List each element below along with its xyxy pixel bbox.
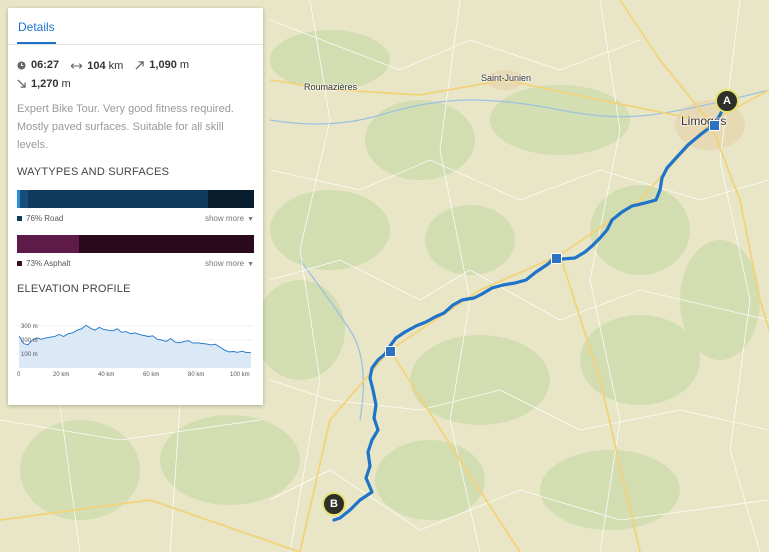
x-tick-40: 40 km (98, 372, 114, 378)
duration-value: 06:27 (31, 59, 60, 71)
surface-show-more[interactable]: show more ▼ (205, 259, 254, 268)
duration-stat: 06:27 (17, 56, 59, 74)
waytype-legend: 76% Road (17, 214, 63, 223)
x-tick-100: 100 km (230, 372, 250, 378)
road-legend-text: 76% Road (26, 214, 64, 223)
distance-stat: 104 km (71, 57, 123, 75)
tour-stats: 06:27 104 km 1,090 m 1,270 m (17, 56, 257, 93)
map-label-roumazieres: Roumazières (304, 82, 358, 92)
tour-description: Expert Bike Tour. Very good fitness requ… (17, 103, 234, 151)
x-tick-80: 80 km (188, 372, 204, 378)
map-label-saint-junien: Saint-Junien (481, 73, 532, 83)
elevation-area (19, 325, 251, 368)
uphill-unit: m (179, 59, 189, 71)
start-marker[interactable]: A (715, 89, 739, 113)
distance-unit: km (108, 59, 124, 72)
uphill-stat: 1,090 m (135, 56, 189, 74)
surface-bar[interactable] (17, 235, 254, 253)
road-swatch (17, 216, 22, 221)
distance-value: 104 (87, 59, 106, 72)
downhill-arrow-icon (17, 79, 26, 88)
x-tick-20: 20 km (53, 372, 69, 378)
waytype-show-more[interactable]: show more ▼ (205, 214, 254, 223)
downhill-unit: m (61, 77, 71, 90)
chevron-down-icon: ▼ (247, 261, 254, 268)
waytypes-title: WAYTYPES AND SURFACES (17, 166, 170, 178)
waytype-bar[interactable] (17, 190, 254, 208)
surface-legend: 73% Asphalt (17, 259, 70, 268)
elevation-profile-chart[interactable]: 300 m 200 m 100 m 0 20 km 40 km 60 km 80… (17, 320, 257, 380)
distance-arrows-icon (71, 62, 83, 69)
route-waypoint-3[interactable] (385, 346, 396, 357)
downhill-stat: 1,270 m (17, 75, 71, 93)
x-tick-0: 0 (17, 372, 21, 378)
y-tick-200: 200 m (21, 338, 38, 344)
waytype-show-more-label: show more (204, 214, 245, 223)
route-waypoint-1[interactable] (709, 120, 720, 131)
panel-tab-bar: Details (8, 8, 263, 45)
asphalt-legend-text: 73% Asphalt (26, 259, 71, 268)
route-waypoint-2[interactable] (551, 253, 562, 264)
tab-details[interactable]: Details (17, 8, 56, 44)
clock-icon (17, 60, 26, 70)
x-tick-60: 60 km (143, 372, 159, 378)
y-tick-100: 100 m (21, 352, 38, 358)
downhill-value: 1,270 (31, 77, 59, 90)
end-marker[interactable]: B (322, 492, 346, 516)
tour-details-panel: Details 06:27 104 km 1,090 m 1,270 m Exp… (8, 8, 263, 405)
chevron-down-icon: ▼ (247, 216, 254, 223)
uphill-arrow-icon (135, 60, 145, 70)
asphalt-swatch (17, 261, 22, 266)
surface-show-more-label: show more (204, 259, 245, 268)
y-tick-300: 300 m (21, 324, 38, 330)
elevation-title: ELEVATION PROFILE (17, 283, 131, 295)
uphill-value: 1,090 (149, 59, 177, 71)
